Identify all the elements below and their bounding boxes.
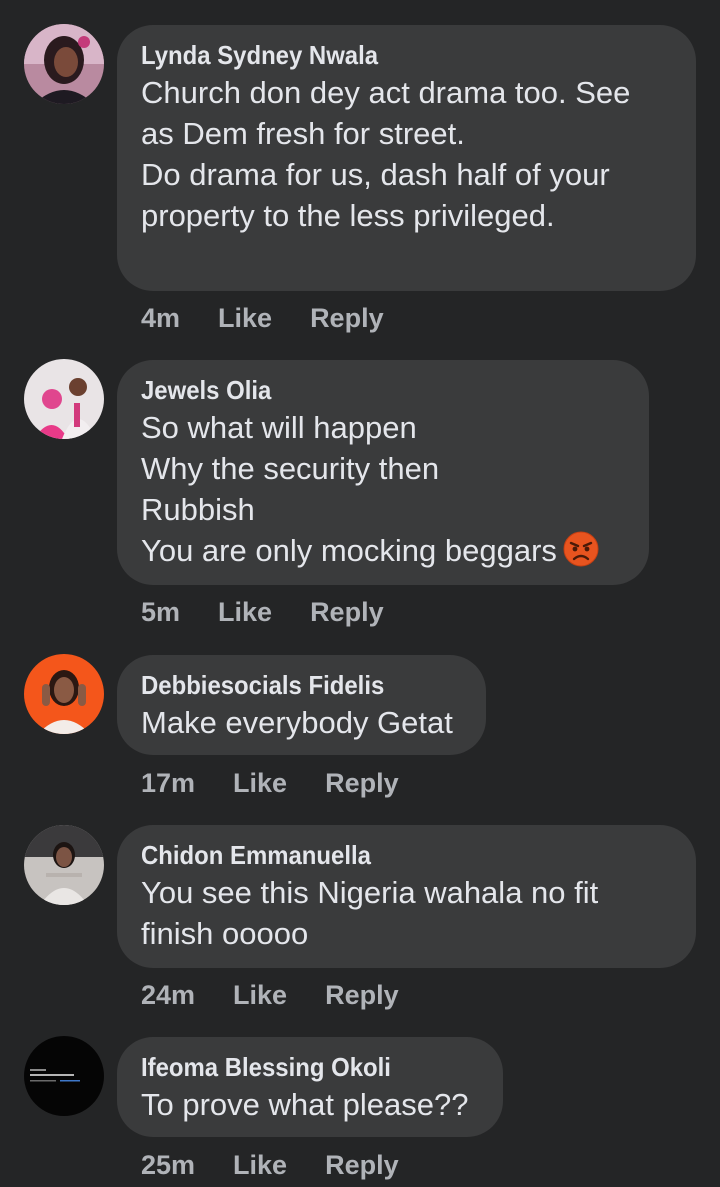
- avatar[interactable]: [24, 654, 104, 734]
- comment-bubble[interactable]: Debbiesocials Fidelis Make everybody Get…: [117, 655, 486, 755]
- avatar[interactable]: [24, 825, 104, 905]
- avatar[interactable]: [24, 1036, 104, 1116]
- like-button[interactable]: Like: [218, 303, 272, 334]
- comment-timestamp[interactable]: 5m: [141, 597, 180, 628]
- avatar[interactable]: [24, 359, 104, 439]
- profile-photo-icon: [24, 825, 104, 905]
- comment-author[interactable]: Chidon Emmanuella: [141, 838, 630, 872]
- comment-timestamp[interactable]: 4m: [141, 303, 180, 334]
- comment-actions: 5m Like Reply: [141, 597, 384, 628]
- comment-actions: 25m Like Reply: [141, 1150, 399, 1181]
- comment-author[interactable]: Debbiesocials Fidelis: [141, 668, 436, 702]
- like-button[interactable]: Like: [233, 980, 287, 1011]
- profile-photo-icon: [24, 654, 104, 734]
- angry-face-icon: [563, 531, 599, 567]
- comment-bubble[interactable]: Lynda Sydney Nwala Church don dey act dr…: [117, 25, 696, 291]
- like-button[interactable]: Like: [233, 768, 287, 799]
- comment-text: You see this Nigeria wahala no fit finis…: [141, 875, 599, 951]
- comment-text: To prove what please??: [141, 1087, 469, 1122]
- comment-text-content: So what will happen Why the security the…: [141, 410, 557, 568]
- comment-bubble[interactable]: Jewels Olia So what will happen Why the …: [117, 360, 649, 585]
- comment-actions: 4m Like Reply: [141, 303, 384, 334]
- reply-button[interactable]: Reply: [325, 768, 399, 799]
- comment-bubble[interactable]: Ifeoma Blessing Okoli To prove what plea…: [117, 1037, 503, 1137]
- reply-button[interactable]: Reply: [310, 597, 384, 628]
- like-button[interactable]: Like: [233, 1150, 287, 1181]
- comment-text: Church don dey act drama too. See as Dem…: [141, 75, 631, 233]
- profile-photo-icon: [24, 359, 104, 439]
- comment-author[interactable]: Jewels Olia: [141, 373, 586, 407]
- avatar[interactable]: [24, 24, 104, 104]
- comment-actions: 24m Like Reply: [141, 980, 399, 1011]
- comment-timestamp[interactable]: 17m: [141, 768, 195, 799]
- comment-text: So what will happen Why the security the…: [141, 407, 625, 571]
- reply-button[interactable]: Reply: [325, 1150, 399, 1181]
- like-button[interactable]: Like: [218, 597, 272, 628]
- profile-photo-icon: [24, 24, 104, 104]
- comment-timestamp[interactable]: 24m: [141, 980, 195, 1011]
- comment-author[interactable]: Ifeoma Blessing Okoli: [141, 1050, 452, 1084]
- comment-author[interactable]: Lynda Sydney Nwala: [141, 38, 630, 72]
- profile-photo-icon: [24, 1036, 104, 1116]
- reply-button[interactable]: Reply: [325, 980, 399, 1011]
- comment-actions: 17m Like Reply: [141, 768, 399, 799]
- reply-button[interactable]: Reply: [310, 303, 384, 334]
- comment-text: Make everybody Getat: [141, 705, 453, 740]
- comment-bubble[interactable]: Chidon Emmanuella You see this Nigeria w…: [117, 825, 696, 968]
- comment-timestamp[interactable]: 25m: [141, 1150, 195, 1181]
